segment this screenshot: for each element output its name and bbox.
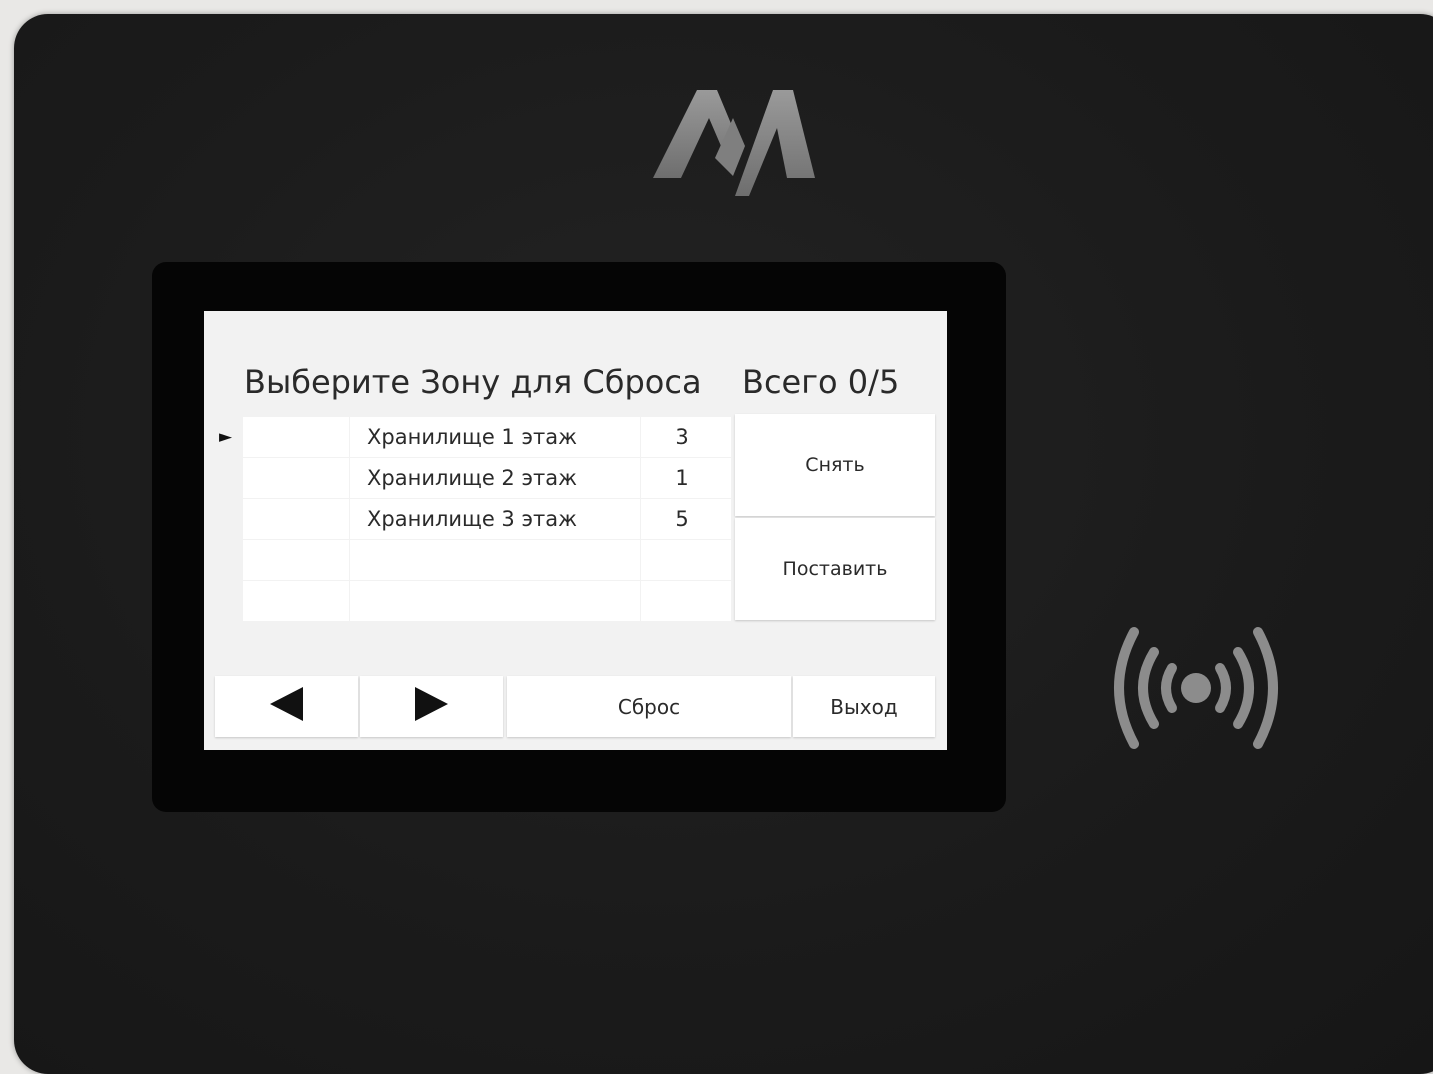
table-row[interactable]: Хранилище 3 этаж 5 (215, 499, 731, 539)
next-page-button[interactable] (360, 676, 503, 737)
total-counter: Всего 0/5 (742, 363, 899, 401)
zone-name (350, 581, 640, 621)
table-row[interactable] (215, 581, 731, 621)
table-cell-blank (243, 417, 349, 457)
zone-count (641, 581, 731, 621)
row-indicator (215, 581, 242, 621)
previous-page-button[interactable] (215, 676, 358, 737)
total-value: 0/5 (847, 363, 900, 401)
table-cell-blank (243, 540, 349, 580)
remove-button[interactable]: Снять (735, 414, 935, 516)
row-indicator: ► (215, 417, 242, 457)
table-row[interactable]: Хранилище 2 этаж 1 (215, 458, 731, 498)
reset-button[interactable]: Сброс (507, 676, 791, 737)
table-cell-blank (243, 581, 349, 621)
exit-button[interactable]: Выход (793, 676, 935, 737)
zone-count: 3 (641, 417, 731, 457)
zone-name: Хранилище 3 этаж (350, 499, 640, 539)
zone-count (641, 540, 731, 580)
zone-table: ► Хранилище 1 этаж 3 Хранилище 2 этаж 1 … (215, 417, 731, 621)
selected-row-marker-icon: ► (219, 427, 233, 447)
row-indicator (215, 540, 242, 580)
table-row[interactable]: ► Хранилище 1 этаж 3 (215, 417, 731, 457)
arrow-left-icon (270, 687, 303, 721)
set-button[interactable]: Поставить (735, 518, 935, 620)
table-cell-blank (243, 458, 349, 498)
row-indicator (215, 458, 242, 498)
arrow-right-icon (415, 687, 448, 721)
zone-name: Хранилище 1 этаж (350, 417, 640, 457)
zone-count: 5 (641, 499, 731, 539)
aa-logo-icon (653, 90, 815, 196)
table-row[interactable] (215, 540, 731, 580)
total-label: Всего (742, 363, 838, 401)
zone-name (350, 540, 640, 580)
row-indicator (215, 499, 242, 539)
page-title: Выберите Зону для Сброса (244, 363, 702, 401)
contactless-icon (1114, 627, 1278, 749)
zone-count: 1 (641, 458, 731, 498)
zone-name: Хранилище 2 этаж (350, 458, 640, 498)
table-cell-blank (243, 499, 349, 539)
touch-screen: Выберите Зону для Сброса Всего 0/5 ► Хра… (204, 311, 947, 750)
